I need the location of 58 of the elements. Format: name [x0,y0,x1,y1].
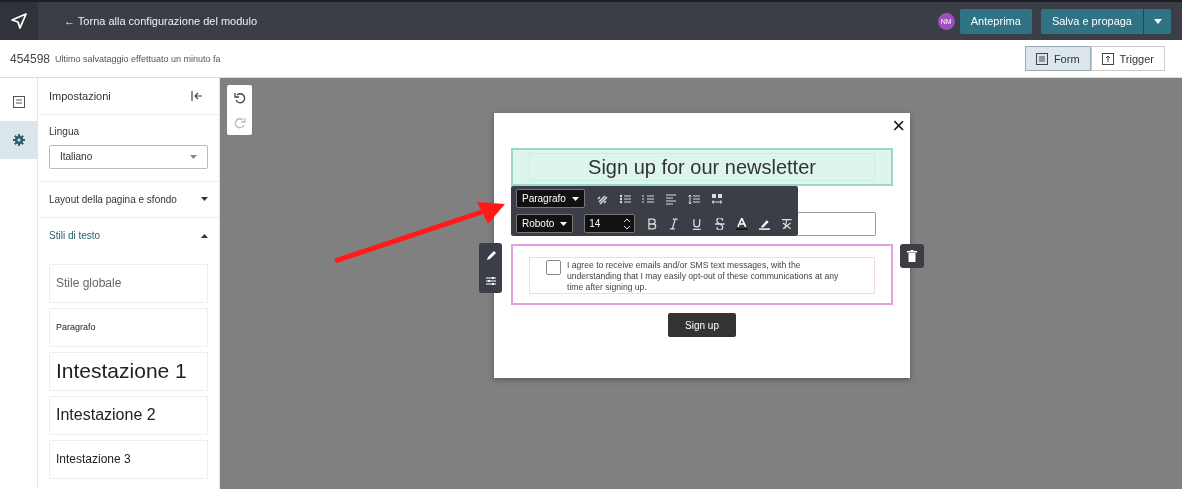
columns-icon[interactable] [710,192,723,205]
form-tab[interactable]: Form [1024,46,1091,71]
settings-tab[interactable] [0,121,37,159]
caret-icon [1153,18,1162,24]
highlighter-icon[interactable] [758,217,771,230]
language-select[interactable]: Italiano [49,145,208,169]
font-size-field[interactable]: 14 [584,214,635,233]
caret-icon [190,155,197,159]
checkbox[interactable] [546,260,561,275]
underline-icon[interactable] [691,217,703,230]
form-id: 454598 [10,51,51,66]
text-style-option[interactable]: Stile globale [49,264,208,303]
text-color-icon[interactable] [736,217,748,230]
settings-icon [12,134,25,146]
consent-text: I agree to receive emails and/or SMS text messages, with the understanding that I may easily opt-out of these communications at any time after signing up. [567,260,840,293]
form-heading: Sign up for our newsletter [529,153,875,181]
panel-title: Impostazioni [49,90,111,102]
undo-icon[interactable] [233,91,246,104]
bold-icon[interactable] [645,217,658,230]
align-left-icon[interactable] [664,192,677,205]
font-select[interactable]: Roboto [516,214,574,233]
text-style-option[interactable]: Paragrafo [49,308,208,347]
section-header[interactable]: Layout della pagina e sfondo [38,182,219,218]
italic-icon[interactable] [668,217,680,230]
stepper-icon [622,217,631,230]
text-style-option[interactable]: Intestazione 1 [49,352,208,391]
pencil-icon[interactable] [484,249,497,262]
strikethrough-icon[interactable] [713,217,726,230]
back-link[interactable]: ← Torna alla configurazione del modulo [64,15,258,27]
close-button[interactable]: × [892,115,905,137]
caret-up-icon [201,234,208,238]
save-status: Ultimo salvataggio effettuato un minuto fa [55,53,221,64]
save-button[interactable]: Salva e propaga [1040,8,1143,34]
list-icon [1035,52,1048,65]
clear-format-icon[interactable] [781,217,793,230]
trash-icon [907,250,917,262]
section-header[interactable]: Stili di testo [38,218,219,254]
paper-plane-icon[interactable] [10,12,28,30]
collapse-panel-icon[interactable] [191,91,203,101]
submit-button[interactable]: Sign up [668,313,736,337]
caret-icon [560,221,568,226]
text-style-option[interactable]: Intestazione 2 [49,396,208,435]
text-style-option[interactable]: Intestazione 3 [49,440,208,479]
caret-down-icon [201,197,208,202]
delete-button[interactable] [900,244,924,268]
dropdown-button[interactable] [1144,8,1171,34]
form-icon [12,96,25,108]
upload-icon [1101,52,1114,65]
trigger-tab[interactable]: Trigger [1090,46,1165,71]
block-type-select[interactable]: Paragrafo [516,189,585,208]
sliders-icon[interactable] [484,274,497,287]
numbered-list-icon[interactable] [641,192,654,205]
line-height-icon[interactable] [687,192,700,205]
caret-icon [571,196,579,201]
field-label: Lingua [49,126,81,137]
bulleted-list-icon[interactable] [618,192,631,205]
preview-button[interactable]: Anteprima [959,8,1032,34]
unlink-icon[interactable] [595,192,608,205]
